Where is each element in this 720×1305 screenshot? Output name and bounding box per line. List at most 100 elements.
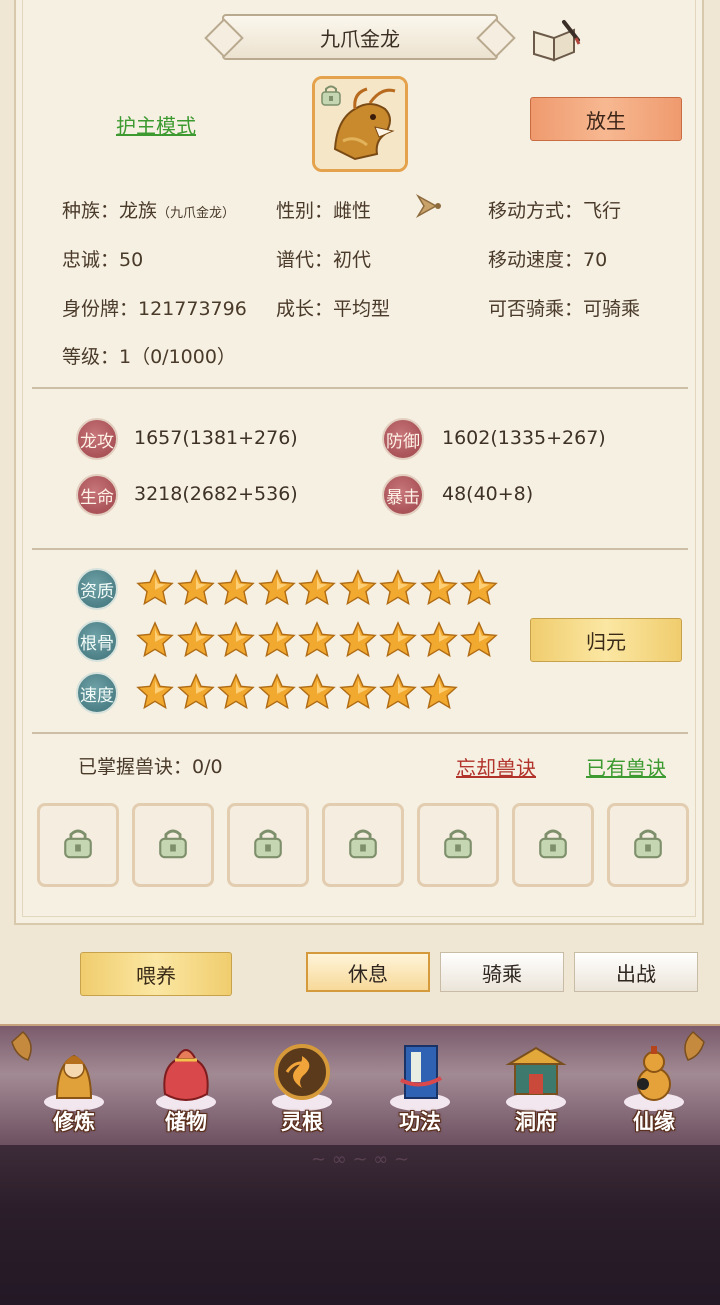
star-icon (379, 673, 417, 711)
stat-value-defense: 1602(1335+267) (442, 427, 606, 449)
stat-value-crit: 48(40+8) (442, 483, 534, 505)
feed-button[interactable]: 喂养 (80, 952, 232, 996)
stat-value-attack: 1657(1381+276) (134, 427, 298, 449)
skill-slot[interactable] (132, 803, 214, 887)
dock-label: 修炼 (53, 1110, 95, 1134)
tab-rest[interactable]: 休息 (306, 952, 430, 992)
gourd-icon (624, 1046, 684, 1111)
skill-slot[interactable] (37, 803, 119, 887)
dock-label: 灵根 (281, 1110, 323, 1134)
star-icon (338, 673, 377, 711)
race-subtype: （九爪金龙） (157, 206, 236, 221)
cave-mansion-icon (505, 1046, 567, 1111)
encyclopedia-book-icon[interactable] (530, 18, 582, 64)
skill-slot[interactable] (607, 803, 689, 887)
level-info: 等级：1（0/1000） (62, 346, 236, 368)
star-icon (298, 569, 336, 607)
lock-icon (536, 826, 570, 864)
owned-skills-link[interactable]: 已有兽诀 (586, 752, 666, 781)
stat-value-hp: 3218(2682+536) (134, 483, 298, 505)
star-icon (217, 621, 255, 659)
lock-icon (61, 826, 95, 864)
star-icon (460, 621, 498, 659)
dock-spirit-root[interactable]: 灵根 (252, 1028, 352, 1140)
star-icon (257, 621, 296, 659)
lock-icon (156, 826, 190, 864)
dock-label: 储物 (165, 1110, 207, 1134)
star-icon (419, 673, 458, 711)
star-icon (298, 621, 336, 659)
move-type-info: 移动方式：飞行 (488, 200, 622, 222)
star-icon (257, 673, 296, 711)
skill-slot[interactable] (512, 803, 594, 887)
race-value: 龙族 (119, 200, 158, 222)
dock-cultivate[interactable]: 修炼 (24, 1028, 124, 1140)
release-button[interactable]: 放生 (530, 97, 682, 141)
tab-ride[interactable]: 骑乘 (440, 952, 564, 992)
tab-battle[interactable]: 出战 (574, 952, 698, 992)
skill-slot[interactable] (322, 803, 404, 887)
return-origin-button[interactable]: 归元 (530, 618, 682, 662)
stat-badge-crit: 暴击 (382, 474, 424, 516)
section-divider (32, 548, 688, 550)
loyalty-info: 忠诚：50 (62, 249, 144, 271)
star-icon (460, 569, 498, 607)
star-icon (257, 569, 296, 607)
dock-cave-mansion[interactable]: 洞府 (486, 1028, 586, 1140)
floor-ornament: ~ ∞ ~ ∞ ~ (310, 1149, 410, 1170)
dock-immortal-fate[interactable]: 仙缘 (604, 1028, 704, 1140)
star-icon (338, 569, 377, 607)
gender-info: 性别：雌性 (276, 200, 372, 222)
star-icon (217, 569, 255, 607)
star-icon (379, 621, 417, 659)
star-icon (338, 621, 377, 659)
aptitude-stars-quality (136, 569, 516, 609)
star-icon (176, 621, 215, 659)
spirit-root-icon (272, 1044, 332, 1111)
dock-label: 洞府 (515, 1110, 557, 1134)
lock-icon (631, 826, 665, 864)
lock-icon (251, 826, 285, 864)
aptitude-stars-bone (136, 621, 516, 661)
lock-icon (346, 826, 380, 864)
star-icon (419, 569, 458, 607)
race-info: 种族：龙族（九爪金龙） (62, 196, 235, 223)
section-divider (32, 732, 688, 734)
aptitude-badge-speed: 速度 (76, 672, 118, 714)
dock-label: 仙缘 (633, 1110, 675, 1134)
star-icon (136, 673, 174, 711)
dock-technique[interactable]: 功法 (370, 1028, 470, 1140)
mastered-skills-label: 已掌握兽诀：0/0 (78, 756, 223, 778)
skill-slot[interactable] (417, 803, 499, 887)
guard-mode-link[interactable]: 护主模式 (116, 110, 196, 139)
growth-info: 成长：平均型 (276, 298, 391, 320)
star-icon (176, 569, 215, 607)
star-icon (379, 569, 417, 607)
rideable-info: 可否骑乘：可骑乘 (488, 298, 641, 320)
stat-badge-attack: 龙攻 (76, 418, 118, 460)
next-arrow-icon[interactable] (414, 190, 444, 222)
pet-name-title: 九爪金龙 (222, 14, 498, 60)
storage-bag-icon (156, 1049, 216, 1111)
lock-icon (441, 826, 475, 864)
section-divider (32, 387, 688, 389)
technique-book-icon (390, 1045, 450, 1111)
race-label: 种族： (62, 200, 120, 222)
star-icon (419, 621, 458, 659)
pet-portrait[interactable] (312, 76, 408, 172)
aptitude-badge-bone: 根骨 (76, 620, 118, 662)
stat-badge-defense: 防御 (382, 418, 424, 460)
star-icon (217, 673, 255, 711)
star-icon (136, 569, 174, 607)
dock-storage[interactable]: 储物 (136, 1028, 236, 1140)
aptitude-badge-quality: 资质 (76, 568, 118, 610)
generation-info: 谱代：初代 (276, 249, 372, 271)
skill-slot[interactable] (227, 803, 309, 887)
star-icon (298, 673, 336, 711)
stat-badge-hp: 生命 (76, 474, 118, 516)
cultivate-icon (44, 1054, 104, 1111)
aptitude-stars-speed (136, 673, 516, 713)
dock-floor: ~ ∞ ~ ∞ ~ (0, 1145, 720, 1305)
forget-skill-link[interactable]: 忘却兽诀 (456, 752, 536, 781)
move-speed-info: 移动速度：70 (488, 249, 608, 271)
